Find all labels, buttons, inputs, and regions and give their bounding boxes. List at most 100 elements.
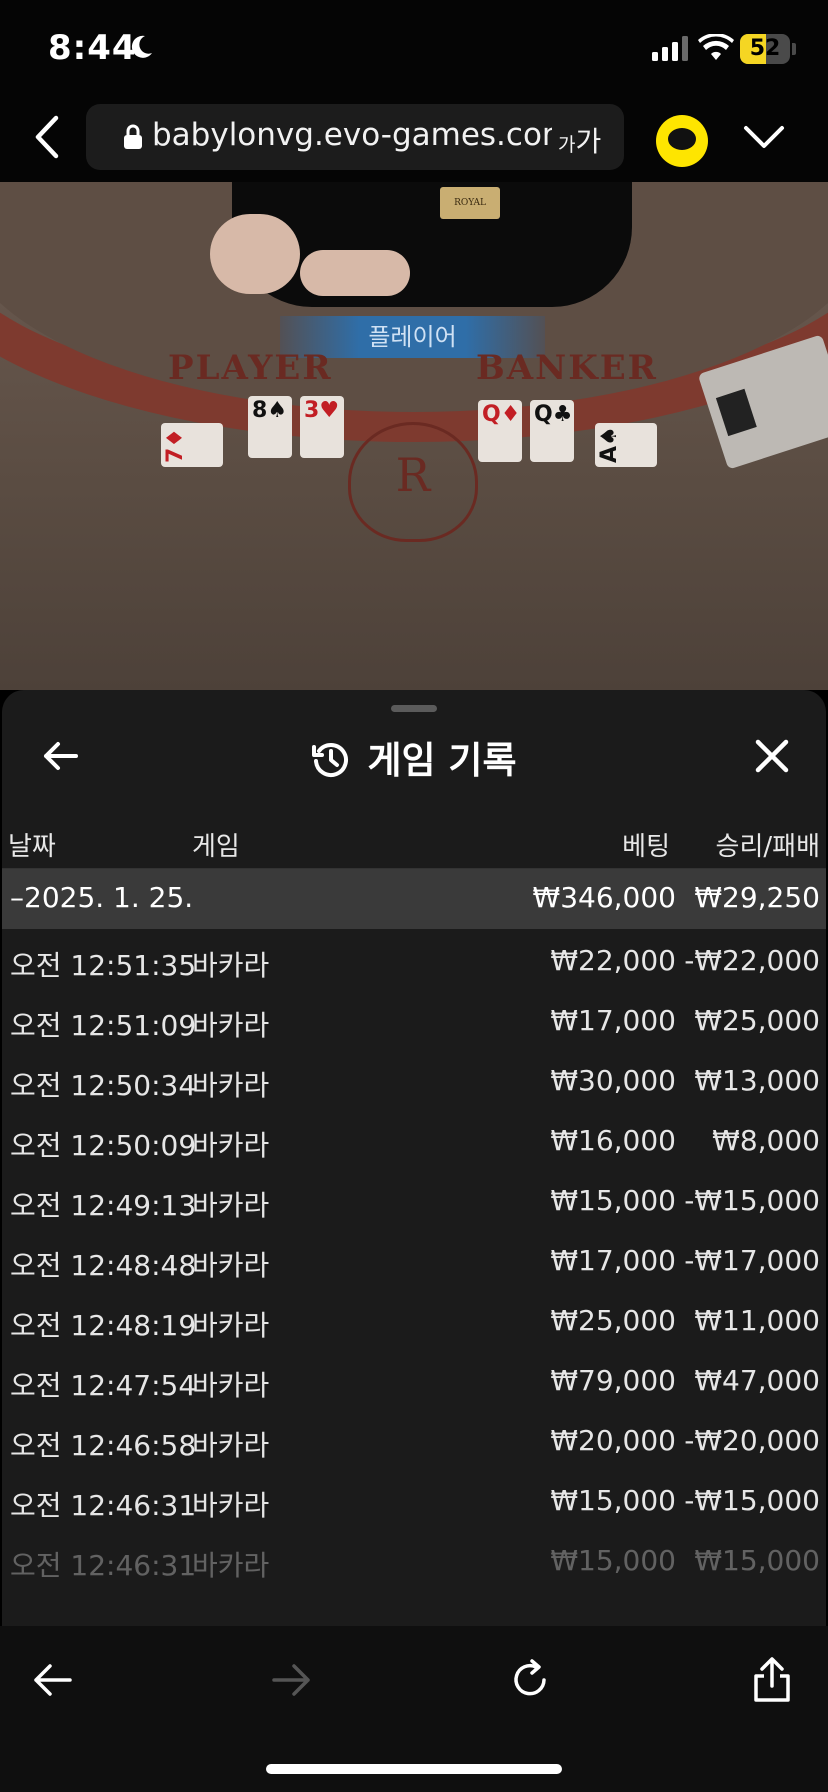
column-header-win-loss: 승리/패배 [715, 832, 820, 862]
sheet-title: 게임 기록 [2, 730, 826, 784]
row-time: 오전 12:51:09 [10, 1009, 197, 1042]
row-win-loss: ₩13,000 [694, 1064, 820, 1097]
row-time: 오전 12:48:48 [10, 1249, 197, 1282]
row-bet: ₩17,000 [550, 1244, 676, 1277]
history-row[interactable]: 오전 12:51:35 바카라 ₩22,000 -₩22,000 [2, 932, 826, 992]
date-group-row[interactable]: –2025. 1. 25. ₩346,000 ₩29,250 [2, 869, 826, 929]
browser-url-bar: babylonvg.evo-games.com 가가 [0, 92, 828, 182]
row-win-loss: -₩15,000 [684, 1484, 820, 1517]
shoe-slot [715, 388, 757, 437]
history-row[interactable]: 오전 12:51:09 바카라 ₩17,000 ₩25,000 [2, 992, 826, 1052]
battery-tip [792, 43, 796, 55]
moon-icon [131, 35, 152, 58]
row-win-loss: -₩20,000 [684, 1424, 820, 1457]
history-row[interactable]: 오전 12:46:58 바카라 ₩20,000 -₩20,000 [2, 1412, 826, 1472]
home-indicator [266, 1764, 562, 1774]
history-row[interactable]: 오전 12:47:54 바카라 ₩79,000 ₩47,000 [2, 1352, 826, 1412]
date-group-win-loss: ₩29,250 [694, 881, 820, 914]
row-bet: ₩25,000 [550, 1304, 676, 1337]
banker-label: BANKER [476, 348, 658, 388]
row-game: 바카라 [192, 1189, 270, 1222]
address-field[interactable]: babylonvg.evo-games.com 가가 [86, 104, 624, 170]
row-time: 오전 12:46:31 [10, 1489, 197, 1522]
close-icon[interactable] [754, 738, 790, 774]
player-card: 3♥ [300, 396, 344, 458]
row-time: 오전 12:49:13 [10, 1189, 197, 1222]
card-suit: ♣ [552, 402, 573, 427]
row-time: 오전 12:51:35 [10, 949, 197, 982]
row-win-loss: ₩15,000 [694, 1544, 820, 1577]
row-time: 오전 12:48:19 [10, 1309, 197, 1342]
card-rank: 7 [163, 447, 188, 463]
row-game: 바카라 [192, 1309, 270, 1342]
date-group-date: –2025. 1. 25. [10, 881, 194, 914]
row-game: 바카라 [192, 1249, 270, 1282]
row-bet: ₩16,000 [550, 1124, 676, 1157]
row-win-loss: ₩47,000 [694, 1364, 820, 1397]
share-icon[interactable] [748, 1656, 796, 1704]
game-history-sheet: 게임 기록 날짜 게임 베팅 승리/패배 –2025. 1. 25. ₩346,… [2, 690, 826, 1626]
player-card: 8♠ [248, 396, 292, 458]
history-row[interactable]: 오전 12:46:31 바카라 ₩15,000 -₩15,000 [2, 1472, 826, 1532]
banker-card: A♠ [595, 423, 657, 467]
row-win-loss: ₩8,000 [712, 1124, 820, 1157]
card-rank: Q [534, 402, 553, 427]
row-time: 오전 12:50:09 [10, 1129, 197, 1162]
row-win-loss: -₩22,000 [684, 944, 820, 977]
row-bet: ₩15,000 [550, 1544, 676, 1577]
history-row[interactable]: 오전 12:48:19 바카라 ₩25,000 ₩11,000 [2, 1292, 826, 1352]
clock: 8:44 [48, 28, 137, 68]
history-row[interactable]: 오전 12:46:31 바카라 ₩15,000 ₩15,000 [2, 1532, 826, 1592]
text-size-small: 가 [558, 134, 576, 156]
card-rank: 3 [304, 398, 320, 423]
reload-icon[interactable] [506, 1656, 554, 1704]
row-bet: ₩22,000 [550, 944, 676, 977]
lock-icon [124, 124, 142, 149]
dealer-badge: ROYAL [440, 187, 500, 219]
chevron-left-icon[interactable] [28, 114, 68, 160]
row-game: 바카라 [192, 1369, 270, 1402]
row-bet: ₩20,000 [550, 1424, 676, 1457]
text-size-button[interactable]: 가가 [558, 120, 601, 160]
royal-crest-logo: R [348, 422, 478, 542]
column-header-date: 날짜 [8, 832, 56, 862]
banker-card: Q♦ [478, 400, 522, 462]
card-rank: A [597, 445, 622, 463]
dealer-left-hand [210, 214, 300, 294]
chat-bubble-icon [668, 128, 696, 150]
history-row[interactable]: 오전 12:50:09 바카라 ₩16,000 ₩8,000 [2, 1112, 826, 1172]
chevron-down-icon[interactable] [742, 120, 786, 154]
row-game: 바카라 [192, 1429, 270, 1462]
row-game: 바카라 [192, 1129, 270, 1162]
wifi-icon [698, 34, 734, 60]
history-row[interactable]: 오전 12:48:48 바카라 ₩17,000 -₩17,000 [2, 1232, 826, 1292]
column-header-bet: 베팅 [622, 832, 670, 862]
card-rank: 8 [252, 398, 268, 423]
forward-arrow-icon [272, 1664, 310, 1696]
row-bet: ₩15,000 [550, 1184, 676, 1217]
column-header-game: 게임 [192, 832, 240, 862]
history-row[interactable]: 오전 12:50:34 바카라 ₩30,000 ₩13,000 [2, 1052, 826, 1112]
row-time: 오전 12:46:58 [10, 1429, 197, 1462]
history-row[interactable]: 오전 12:49:13 바카라 ₩15,000 -₩15,000 [2, 1172, 826, 1232]
row-win-loss: -₩15,000 [684, 1184, 820, 1217]
card-rank: Q [482, 402, 501, 427]
card-suit: ♦ [163, 427, 188, 448]
row-bet: ₩79,000 [550, 1364, 676, 1397]
text-size-large: 가 [575, 125, 602, 158]
date-group-bet: ₩346,000 [532, 881, 676, 914]
sheet-title-text: 게임 기록 [367, 739, 517, 782]
row-time: 오전 12:47:54 [10, 1369, 197, 1402]
banker-card: Q♣ [530, 400, 574, 462]
battery-percentage: 52 [749, 36, 781, 61]
row-game: 바카라 [192, 1009, 270, 1042]
row-bet: ₩15,000 [550, 1484, 676, 1517]
row-win-loss: ₩11,000 [694, 1304, 820, 1337]
back-arrow-icon[interactable] [28, 1656, 76, 1704]
dealer-right-hand [300, 250, 410, 296]
row-time: 오전 12:46:31 [10, 1549, 197, 1582]
row-game: 바카라 [192, 1069, 270, 1102]
row-game: 바카라 [192, 1489, 270, 1522]
kakao-talk-button[interactable] [656, 115, 708, 167]
sheet-grabber[interactable] [391, 705, 437, 712]
